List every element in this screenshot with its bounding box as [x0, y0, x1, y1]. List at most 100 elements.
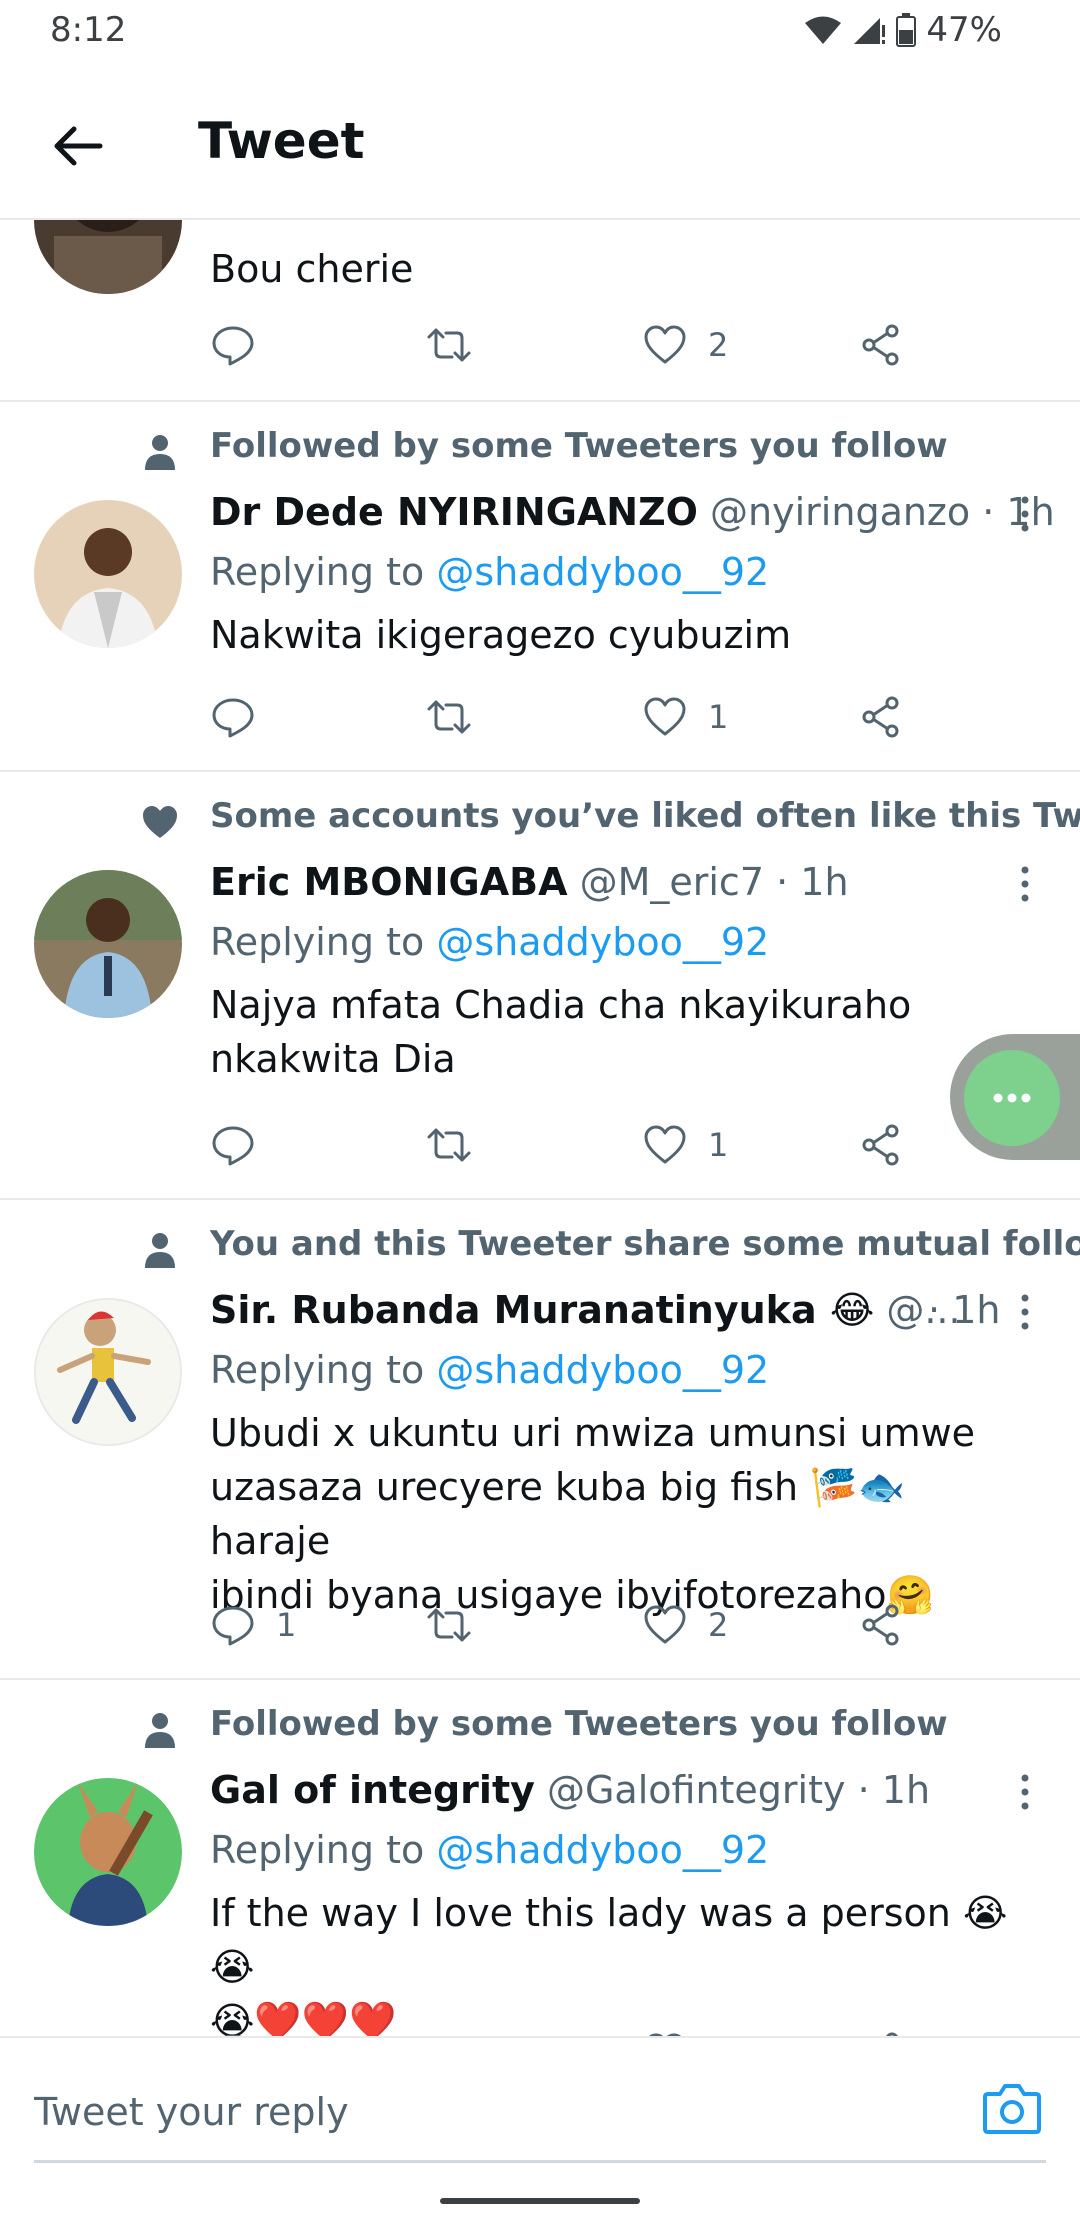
share-button[interactable]	[858, 1600, 904, 1650]
tweet-text: Nakwita ikigeragezo cyubuzim	[210, 613, 792, 657]
like-icon	[644, 1605, 686, 1644]
separator-dot: ·	[857, 1768, 870, 1812]
tweet-item[interactable]: You and this Tweeter share some mutual f…	[0, 1200, 1080, 1680]
camera-icon[interactable]	[982, 2080, 1042, 2136]
tweet-text-line: If the way I love this lady was a person…	[210, 1891, 1008, 1989]
share-icon	[862, 1124, 899, 1166]
avatar[interactable]	[34, 870, 182, 1018]
avatar[interactable]	[34, 1298, 182, 1446]
more-icon[interactable]	[1010, 1292, 1040, 1332]
reply-button[interactable]: 1	[210, 1600, 296, 1650]
floating-menu-handle[interactable]	[950, 1034, 1080, 1160]
tweet-text: Bou cherie	[210, 247, 414, 291]
page-title: Tweet	[198, 112, 365, 170]
tweet-actions: 1 2	[210, 1600, 930, 1650]
like-button[interactable]: 2	[642, 320, 728, 370]
replying-to: Replying to @shaddyboo__92	[210, 1348, 769, 1392]
tweet-text: If the way I love this lady was a person…	[210, 1886, 1030, 2036]
tweet-item[interactable]: Followed by some Tweeters you follow Gal…	[0, 1680, 1080, 2036]
mention-link[interactable]: @shaddyboo__92	[436, 920, 769, 964]
more-horizontal-icon	[993, 1093, 1031, 1103]
share-button[interactable]	[858, 2028, 904, 2036]
user-handle[interactable]: @M_eric7	[580, 860, 764, 904]
display-name[interactable]: Gal of integrity	[210, 1768, 535, 1812]
tweet-actions: 1	[210, 1120, 930, 1170]
replying-prefix: Replying to	[210, 1828, 437, 1872]
tweet-item[interactable]: Some accounts you’ve liked often like th…	[0, 772, 1080, 1200]
reply-feed[interactable]: Bou cherie 2 Followed by some Tweeters y…	[0, 0, 1080, 2036]
reply-input[interactable]	[34, 2082, 674, 2142]
display-name[interactable]: Eric MBONIGABA	[210, 860, 567, 904]
tweet-actions: 2	[210, 320, 930, 370]
heart-icon	[143, 806, 177, 838]
retweet-button[interactable]	[426, 1120, 472, 1170]
separator-dot: ·	[982, 490, 995, 534]
reply-button[interactable]	[210, 320, 256, 370]
replying-prefix: Replying to	[210, 550, 437, 594]
like-button[interactable]: 1	[642, 1120, 728, 1170]
reply-button[interactable]	[210, 692, 256, 742]
tweet-text-line: Najya mfata Chadia cha nkayikuraho	[210, 983, 912, 1027]
tweet-text-line: Ubudi x ukuntu uri mwiza umunsi umwe	[210, 1411, 976, 1455]
retweet-button[interactable]	[426, 320, 472, 370]
retweet-button[interactable]	[426, 692, 472, 742]
reply-icon	[212, 326, 254, 366]
reply-composer	[0, 2036, 1080, 2222]
tweet-actions	[210, 2028, 930, 2036]
person-icon	[145, 1713, 175, 1748]
like-button[interactable]: 2	[642, 1600, 728, 1650]
separator-dot: ·	[928, 1288, 941, 1332]
tweet-actions: 1	[210, 692, 930, 742]
retweet-button[interactable]	[426, 2028, 472, 2036]
reply-icon	[212, 698, 254, 738]
like-button[interactable]	[642, 2028, 688, 2036]
user-handle[interactable]: @nyiringanzo	[710, 490, 970, 534]
replying-to: Replying to @shaddyboo__92	[210, 920, 769, 964]
social-context: Some accounts you’ve liked often like th…	[210, 796, 1080, 836]
share-icon	[862, 324, 899, 366]
tweet-text: Najya mfata Chadia cha nkayikuraho nkakw…	[210, 978, 1030, 1086]
floating-menu-button[interactable]	[964, 1050, 1060, 1146]
like-count: 2	[708, 326, 729, 364]
mention-link[interactable]: @shaddyboo__92	[436, 550, 769, 594]
tweet-header: Gal of integrity @Galofintegrity · 1h	[210, 1768, 930, 1812]
tweet-time: 1h	[952, 1288, 1001, 1332]
input-underline	[34, 2160, 1046, 2163]
retweet-button[interactable]	[426, 1600, 472, 1650]
more-icon[interactable]	[1010, 1772, 1040, 1812]
more-icon[interactable]	[1010, 494, 1040, 534]
mention-link[interactable]: @shaddyboo__92	[436, 1348, 769, 1392]
share-button[interactable]	[858, 320, 904, 370]
reply-count: 1	[276, 1606, 297, 1644]
replying-to: Replying to @shaddyboo__92	[210, 550, 769, 594]
avatar[interactable]	[34, 500, 182, 648]
tweet-header: Dr Dede NYIRINGANZO @nyiringanzo · 1h	[210, 490, 1055, 534]
tweet-text-line: nkakwita Dia	[210, 1037, 456, 1081]
mention-link[interactable]: @shaddyboo__92	[436, 1828, 769, 1872]
like-icon	[644, 697, 686, 736]
social-context: You and this Tweeter share some mutual f…	[210, 1224, 1080, 1264]
tweet-header: Eric MBONIGABA @M_eric7 · 1h	[210, 860, 849, 904]
avatar[interactable]	[34, 1778, 182, 1926]
social-context: Followed by some Tweeters you follow	[210, 1704, 948, 1744]
more-icon[interactable]	[1010, 864, 1040, 904]
display-name[interactable]: Sir. Rubanda Muranatinyuka 😂	[210, 1288, 874, 1332]
tweet-text: Ubudi x ukuntu uri mwiza umunsi umwe uza…	[210, 1406, 1030, 1622]
share-button[interactable]	[858, 692, 904, 742]
retweet-icon	[427, 700, 471, 734]
like-count: 1	[708, 698, 729, 736]
like-icon	[644, 1125, 686, 1164]
reply-icon	[212, 1606, 254, 1646]
display-name[interactable]: Dr Dede NYIRINGANZO	[210, 490, 698, 534]
tweet-header: Sir. Rubanda Muranatinyuka 😂 @...	[210, 1288, 961, 1332]
reply-button[interactable]	[210, 2028, 256, 2036]
tweet-item[interactable]: Followed by some Tweeters you follow Dr …	[0, 402, 1080, 772]
tweet-time: 1h	[800, 860, 849, 904]
reply-button[interactable]	[210, 1120, 256, 1170]
back-arrow-icon[interactable]	[48, 116, 108, 176]
top-app-bar: Tweet	[0, 86, 1080, 218]
user-handle[interactable]: @Galofintegrity	[547, 1768, 846, 1812]
replying-prefix: Replying to	[210, 920, 437, 964]
like-button[interactable]: 1	[642, 692, 728, 742]
share-button[interactable]	[858, 1120, 904, 1170]
